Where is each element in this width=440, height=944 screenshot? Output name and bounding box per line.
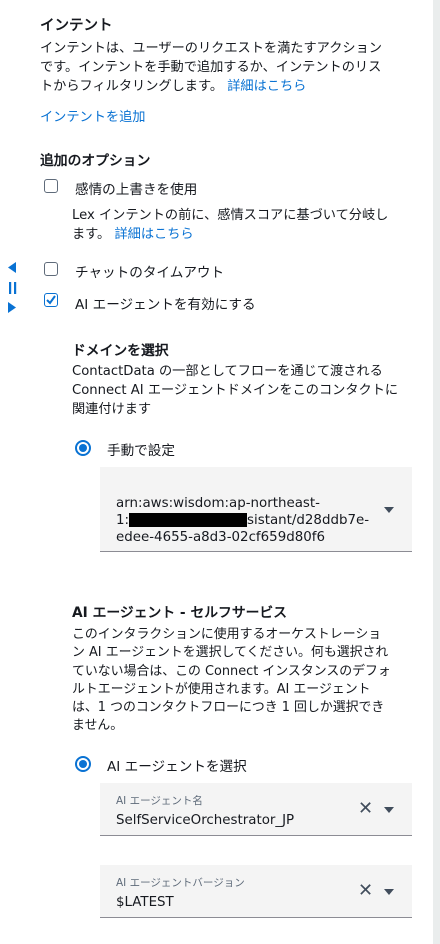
sentiment-override-description: Lex インテントの前に、感情スコアに基づいて分岐し ます。 詳細はこちら: [72, 208, 389, 242]
sentiment-override-checkbox[interactable]: [44, 179, 58, 193]
right-triangle-icon[interactable]: [8, 298, 17, 317]
sentiment-details-link[interactable]: 詳細はこちら: [114, 227, 193, 242]
redacted-block: [129, 513, 248, 527]
caret-down-icon[interactable]: [384, 889, 394, 895]
agent-name-select[interactable]: AI エージェント名 SelfServiceOrchestrator_JP ✕: [100, 783, 412, 836]
caret-down-icon[interactable]: [384, 507, 394, 513]
agent-name-label: AI エージェント名: [116, 795, 203, 807]
intent-title: インテント: [40, 18, 113, 34]
agent-version-value: $LATEST: [116, 895, 174, 910]
enable-ai-agent-label: AI エージェントを有効にする: [75, 297, 256, 313]
left-triangle-icon[interactable]: [8, 258, 17, 277]
self-service-title: AI エージェント - セルフサービス: [72, 605, 288, 621]
select-ai-agent-radio[interactable]: [75, 756, 91, 772]
domain-description: ContactData の一部としてフローを通じて渡される Connect AI…: [72, 364, 399, 417]
agent-name-value: SelfServiceOrchestrator_JP: [116, 813, 295, 828]
clear-x-icon[interactable]: ✕: [358, 882, 373, 900]
sentiment-override-label: 感情の上書きを使用: [75, 182, 198, 198]
manual-setting-radio[interactable]: [75, 440, 91, 456]
scrollbar[interactable]: [433, 0, 440, 944]
checkmark-icon: [46, 295, 56, 305]
intent-details-link[interactable]: 詳細はこちら: [227, 79, 306, 94]
domain-arn-value: arn:aws:wisdom:ap-northeast- 1: sistant/d…: [116, 496, 370, 545]
agent-version-select[interactable]: AI エージェントバージョン $LATEST ✕: [100, 865, 412, 918]
chat-timeout-checkbox[interactable]: [44, 262, 58, 276]
additional-options-title: 追加のオプション: [40, 153, 151, 169]
manual-setting-label: 手動で設定: [107, 443, 175, 459]
domain-title: ドメインを選択: [72, 343, 169, 359]
caret-down-icon[interactable]: [384, 807, 394, 813]
chat-timeout-label: チャットのタイムアウト: [75, 265, 225, 281]
clear-x-icon[interactable]: ✕: [358, 800, 373, 818]
intent-description: インテントは、ユーザーのリクエストを満たすアクション です。インテントを手動で追…: [40, 41, 382, 94]
domain-arn-select[interactable]: arn:aws:wisdom:ap-northeast- 1: sistant/d…: [100, 467, 412, 552]
select-ai-agent-label: AI エージェントを選択: [107, 759, 247, 775]
drag-handle-icon[interactable]: [9, 279, 17, 298]
agent-version-label: AI エージェントバージョン: [116, 877, 245, 889]
add-intent-link[interactable]: インテントを追加: [40, 108, 146, 127]
enable-ai-agent-checkbox[interactable]: [44, 293, 58, 307]
self-service-description: このインタラクションに使用するオーケストレーショ ン AI エージェントを選択し…: [72, 627, 391, 734]
